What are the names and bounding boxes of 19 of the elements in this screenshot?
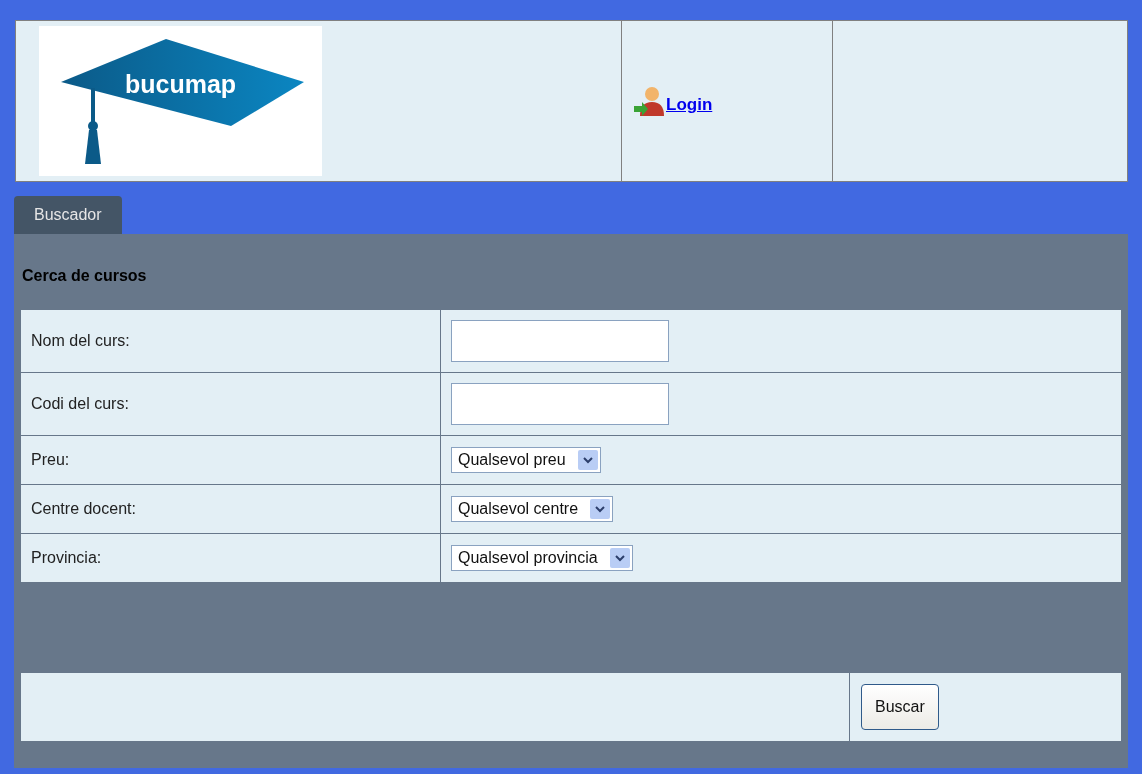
dropdown[interactable]: Qualsevol preu <box>451 447 601 473</box>
chevron-down-icon <box>609 548 630 568</box>
dropdown[interactable]: Qualsevol centre <box>451 496 614 522</box>
dropdown[interactable]: Qualsevol provincia <box>451 545 633 571</box>
search-button[interactable]: Buscar <box>861 684 939 730</box>
input-field[interactable] <box>451 320 669 362</box>
login-link[interactable]: Login <box>666 92 713 118</box>
logo: bucumap <box>39 26 322 176</box>
field-label: Nom del curs: <box>31 331 130 351</box>
chevron-down-icon <box>577 450 598 470</box>
field-label: Centre docent: <box>31 499 136 519</box>
section-title: Cerca de cursos <box>22 266 148 286</box>
field-label: Preu: <box>31 450 70 470</box>
input-field[interactable] <box>451 383 669 425</box>
chevron-down-icon <box>590 499 611 519</box>
tab[interactable]: Buscador <box>14 196 122 234</box>
user-icon <box>632 84 666 118</box>
field-label: Provincia: <box>31 548 102 568</box>
field-label: Codi del curs: <box>31 394 129 414</box>
